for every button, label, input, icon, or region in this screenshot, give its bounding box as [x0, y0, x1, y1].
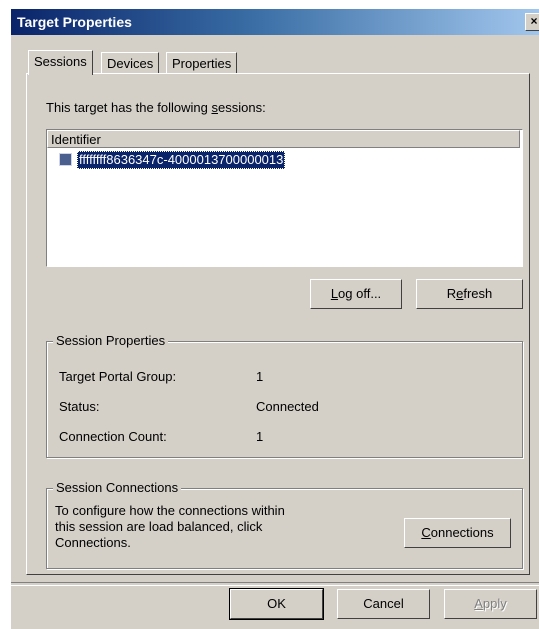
identifier-column-header[interactable]: Identifier [47, 130, 520, 148]
identifier-column-label: Identifier [51, 132, 101, 147]
session-connections-description-line-1: To configure how the connections within [55, 503, 285, 518]
status-value: Connected [256, 399, 319, 414]
tab-devices-label: Devices [107, 56, 154, 71]
session-connections-description-line-2: this session are load balanced, click [55, 519, 263, 534]
cancel-label: Cancel [363, 596, 404, 611]
close-button[interactable]: × [525, 13, 539, 31]
apply-button[interactable]: Apply [444, 589, 537, 619]
footer-separator [11, 582, 539, 586]
log-off-label: Log off... [330, 286, 382, 301]
target-portal-group-value: 1 [256, 369, 264, 384]
tab-properties[interactable]: Properties [166, 52, 238, 75]
close-icon: × [530, 14, 538, 28]
target-properties-dialog: Target Properties × Sessions Devices Pro… [10, 8, 539, 629]
sessions-list[interactable]: Identifier ffffffff8636347c-400001370000… [46, 129, 523, 267]
status-label: Status: [59, 399, 100, 414]
connections-label: Connections [421, 525, 494, 540]
refresh-label: Refresh [446, 286, 493, 301]
session-properties-legend: Session Properties [53, 333, 169, 348]
log-off-button[interactable]: Log off... [310, 279, 402, 309]
session-connections-description-line-3: Connections. [55, 535, 131, 550]
tab-sessions-label: Sessions [34, 54, 87, 69]
title-bar[interactable]: Target Properties × [11, 9, 539, 35]
cancel-button[interactable]: Cancel [337, 589, 430, 619]
ok-button[interactable]: OK [229, 588, 324, 620]
ok-label: OK [267, 596, 286, 611]
connections-button[interactable]: Connections [404, 518, 511, 548]
connection-count-value: 1 [256, 429, 264, 444]
session-connections-group: Session Connections To configure how the… [46, 480, 523, 569]
session-properties-group: Session Properties Target Portal Group: … [46, 333, 523, 458]
target-portal-group-label: Target Portal Group: [59, 369, 177, 384]
tab-devices[interactable]: Devices [101, 52, 160, 75]
window-title: Target Properties [17, 14, 132, 30]
session-checkbox[interactable] [59, 153, 72, 166]
connection-count-label: Connection Count: [59, 429, 167, 444]
apply-label: Apply [474, 596, 507, 611]
refresh-button[interactable]: Refresh [416, 279, 523, 309]
tab-sessions[interactable]: Sessions [28, 50, 93, 75]
session-connections-legend: Session Connections [53, 480, 182, 495]
tab-properties-label: Properties [172, 56, 232, 71]
sessions-intro-text: This target has the following sessions: [46, 100, 266, 115]
sessions-panel: This target has the following sessions: … [26, 73, 530, 575]
session-identifier[interactable]: ffffffff8636347c-4000013700000013 [77, 151, 286, 169]
